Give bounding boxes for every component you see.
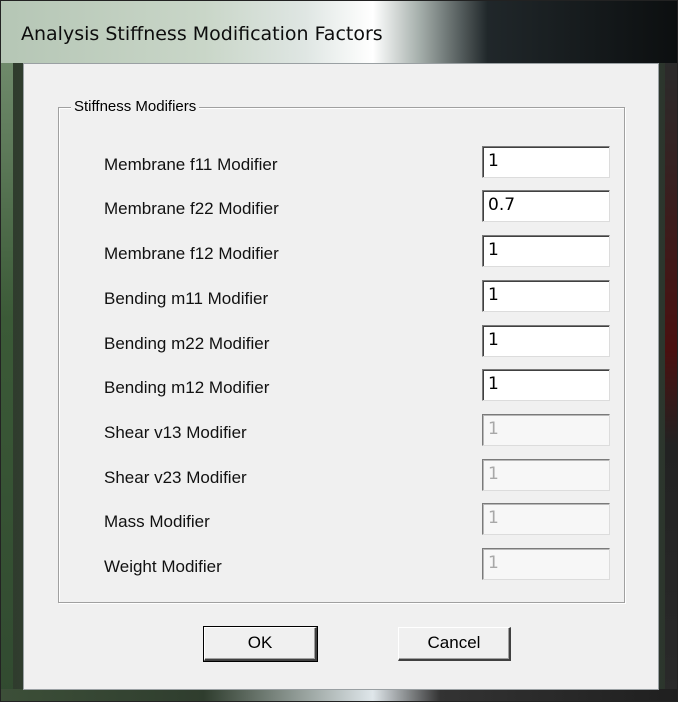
mass-modifier-input: 1 <box>482 503 610 535</box>
title-bar[interactable]: Analysis Stiffness Modification Factors <box>1 1 677 63</box>
group-legend: Stiffness Modifiers <box>71 98 200 115</box>
window-frame-bottom <box>1 689 677 701</box>
bending-m22-modifier-label: Bending m22 Modifier <box>104 334 270 353</box>
weight-modifier-input: 1 <box>482 548 610 580</box>
shear-v13-modifier-label: Shear v13 Modifier <box>104 423 247 442</box>
membrane-f22-modifier-input[interactable]: 0.7 <box>482 190 610 222</box>
mass-modifier-label: Mass Modifier <box>104 512 210 531</box>
dialog-window: Analysis Stiffness Modification Factors … <box>0 0 678 702</box>
window-title: Analysis Stiffness Modification Factors <box>21 23 383 45</box>
bending-m12-modifier-label: Bending m12 Modifier <box>104 378 270 397</box>
ok-button[interactable]: OK <box>203 626 318 662</box>
cancel-button[interactable]: Cancel <box>398 627 511 661</box>
window-frame-right <box>665 63 677 701</box>
shear-v13-modifier-input: 1 <box>482 414 610 446</box>
membrane-f11-modifier-label: Membrane f11 Modifier <box>104 155 278 174</box>
weight-modifier-label: Weight Modifier <box>104 557 222 576</box>
window-frame-left <box>1 63 13 701</box>
dialog-client-area: Stiffness Modifiers Membrane f11 Modifie… <box>23 63 659 690</box>
bending-m11-modifier-input[interactable]: 1 <box>482 280 610 312</box>
membrane-f12-modifier-label: Membrane f12 Modifier <box>104 244 279 263</box>
membrane-f11-modifier-input[interactable]: 1 <box>482 146 610 178</box>
bending-m11-modifier-label: Bending m11 Modifier <box>104 289 269 308</box>
bending-m12-modifier-input[interactable]: 1 <box>482 369 610 401</box>
membrane-f22-modifier-label: Membrane f22 Modifier <box>104 199 279 218</box>
shear-v23-modifier-label: Shear v23 Modifier <box>104 468 247 487</box>
bending-m22-modifier-input[interactable]: 1 <box>482 325 610 357</box>
membrane-f12-modifier-input[interactable]: 1 <box>482 235 610 267</box>
shear-v23-modifier-input: 1 <box>482 459 610 491</box>
